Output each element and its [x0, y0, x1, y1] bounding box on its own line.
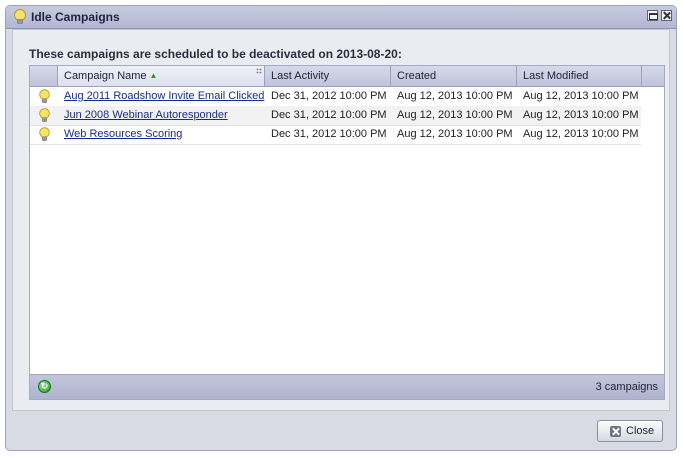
grid-footer: ↻ 3 campaigns: [30, 374, 664, 399]
close-icon: [610, 426, 621, 437]
page-title: These campaigns are scheduled to be deac…: [29, 47, 402, 61]
column-header-created[interactable]: Created: [391, 66, 517, 86]
idle-campaigns-dialog: Idle Campaigns These campaigns are sched…: [5, 5, 677, 451]
campaign-count: 3 campaigns: [595, 381, 658, 393]
column-label: Last Activity: [271, 70, 330, 82]
created-cell: Aug 12, 2013 10:00 PM: [397, 90, 513, 102]
maximize-icon[interactable]: [647, 10, 658, 21]
table-row[interactable]: Aug 2011 Roadshow Invite Email Clicked D…: [30, 87, 641, 107]
sort-ascending-icon: ▲: [149, 71, 158, 80]
column-header-campaign-name[interactable]: Campaign Name ▲: [58, 66, 265, 86]
close-icon[interactable]: [661, 10, 672, 21]
grid-header: Campaign Name ▲ Last Activity Created Las…: [30, 66, 664, 87]
campaign-link[interactable]: Aug 2011 Roadshow Invite Email Clicked: [64, 90, 264, 102]
title-bar[interactable]: Idle Campaigns: [6, 6, 676, 29]
created-cell: Aug 12, 2013 10:00 PM: [397, 109, 513, 121]
last-activity-cell: Dec 31, 2012 10:00 PM: [271, 109, 387, 121]
created-cell: Aug 12, 2013 10:00 PM: [397, 128, 513, 140]
last-modified-cell: Aug 12, 2013 10:00 PM: [523, 90, 639, 102]
campaign-link[interactable]: Jun 2008 Webinar Autoresponder: [64, 109, 228, 121]
table-row[interactable]: Jun 2008 Webinar Autoresponder Dec 31, 2…: [30, 106, 641, 126]
window-title: Idle Campaigns: [31, 10, 120, 24]
table-row[interactable]: Web Resources Scoring Dec 31, 2012 10:00…: [30, 125, 641, 145]
campaign-link[interactable]: Web Resources Scoring: [64, 128, 182, 140]
last-activity-cell: Dec 31, 2012 10:00 PM: [271, 128, 387, 140]
icon-column-header: [30, 66, 58, 86]
last-modified-cell: Aug 12, 2013 10:00 PM: [523, 109, 639, 121]
lightbulb-icon: [39, 108, 50, 122]
dialog-content: These campaigns are scheduled to be deac…: [12, 29, 670, 411]
close-button-label: Close: [626, 425, 655, 437]
column-label: Last Modified: [523, 70, 589, 82]
close-button[interactable]: Close: [597, 420, 663, 442]
lightbulb-icon: [39, 89, 50, 103]
lightbulb-icon: [39, 127, 50, 141]
column-header-last-activity[interactable]: Last Activity: [265, 66, 391, 86]
column-resize-grip-icon[interactable]: [256, 68, 262, 74]
refresh-icon[interactable]: ↻: [38, 380, 51, 393]
last-activity-cell: Dec 31, 2012 10:00 PM: [271, 90, 387, 102]
column-label: Created: [397, 70, 437, 82]
column-header-last-modified[interactable]: Last Modified: [517, 66, 642, 86]
campaigns-grid: Campaign Name ▲ Last Activity Created Las…: [29, 65, 665, 400]
last-modified-cell: Aug 12, 2013 10:00 PM: [523, 128, 639, 140]
column-label: Campaign Name: [64, 70, 147, 82]
lightbulb-icon: [14, 9, 26, 24]
